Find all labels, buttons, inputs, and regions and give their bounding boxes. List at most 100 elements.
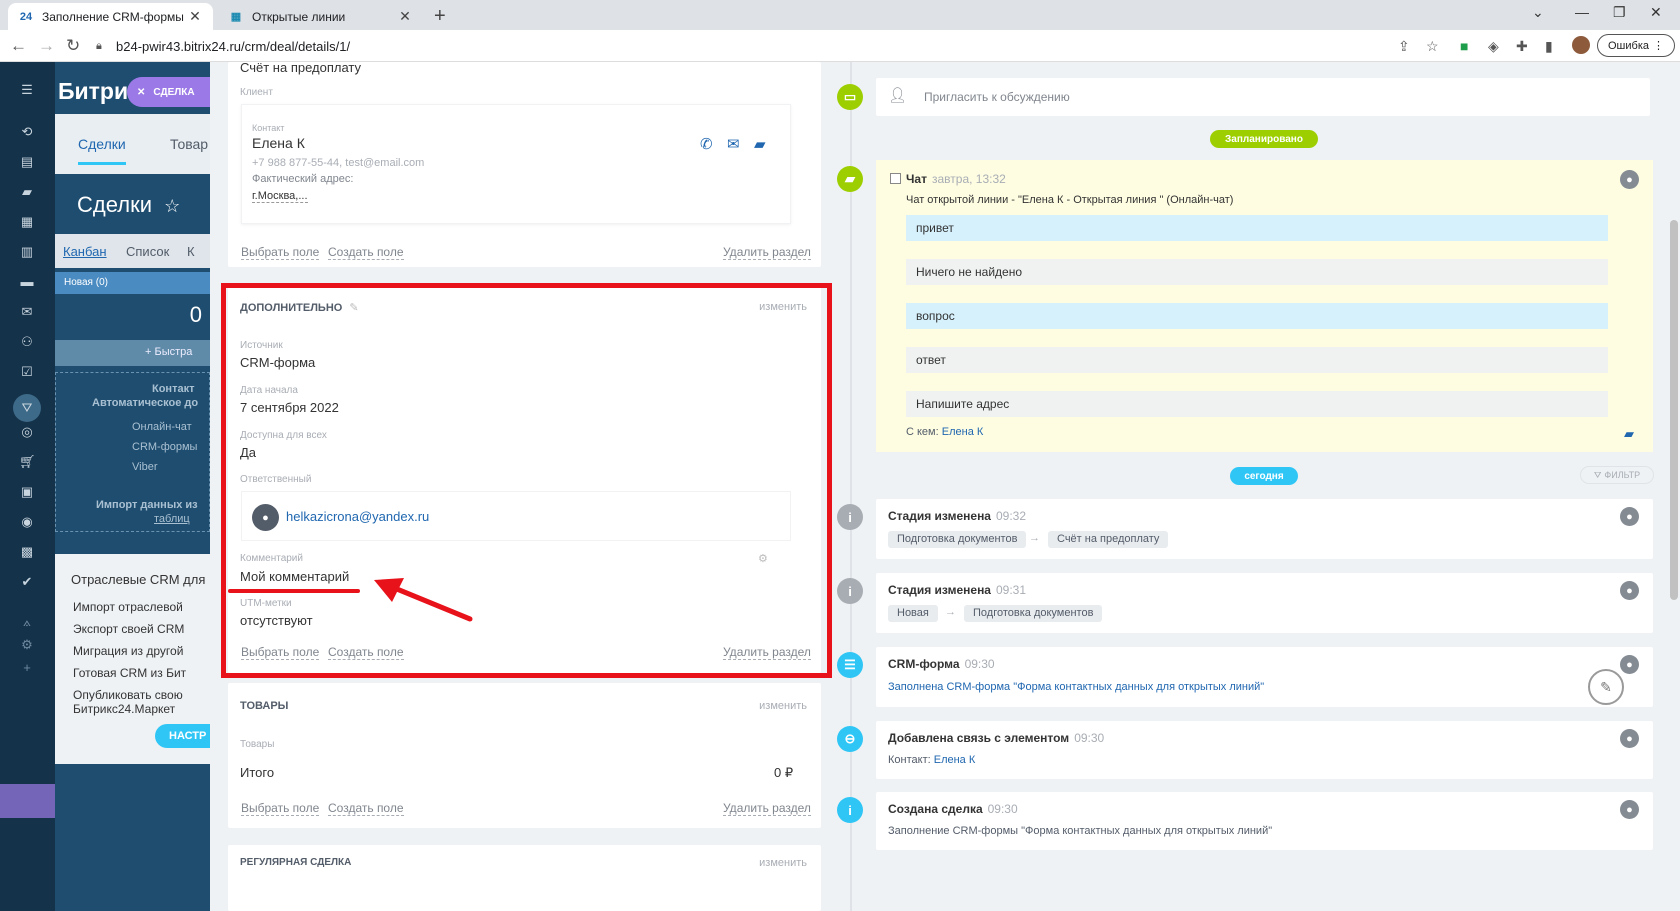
menu-icon-check[interactable]: ✔ [19,574,35,589]
event-text-link[interactable]: Заполнена CRM-форма "Форма контактных да… [888,681,1264,693]
filter-icon: ⛛ [1593,469,1602,480]
favorite-star-icon[interactable]: ☆ [164,196,180,216]
menu-icon-apps[interactable] [0,784,55,818]
delete-section-link[interactable]: Удалить раздел [723,801,811,816]
bitrix-favicon-icon: 24 [19,10,33,23]
industry-item[interactable]: Битрикс24.Маркет [73,702,175,716]
invite-bar[interactable]: 👤︎ Пригласить к обсуждению [876,78,1650,116]
browser-tab-crm-form[interactable]: 24 Заполнение CRM-формы "Фор ✕ [8,3,213,30]
menu-icon-drive[interactable]: ▬ [19,274,35,289]
close-slider-icon[interactable]: ✕ [137,87,145,98]
chat-icon[interactable]: ▰ [754,135,766,153]
menu-icon-marketing[interactable]: ◎ [19,424,35,439]
chat-title-text: Чат [906,172,927,186]
source-viber[interactable]: Viber [132,461,157,473]
puzzle-extensions-icon[interactable]: ✚ [1516,38,1528,55]
event-text-value[interactable]: Елена К [934,754,976,766]
event-title-text: Добавлена связь с элементом [888,731,1070,745]
url-field[interactable]: 🔒︎ b24-pwir43.bitrix24.ru/crm/deal/detai… [96,34,1376,58]
tab-deals[interactable]: Сделки [78,136,126,165]
menu-icon-chat[interactable]: ▰ [19,184,35,199]
close-tab-icon[interactable]: ✕ [187,8,203,25]
share-icon[interactable]: ⇪ [1398,38,1410,55]
view-other[interactable]: К [187,244,195,259]
menu-icon-sites[interactable]: ⟑ [19,614,35,629]
contact-label: Контакт [252,123,285,133]
forward-icon[interactable]: → [38,36,55,56]
event-user-icon[interactable]: ● [1620,581,1639,600]
menu-icon-contacts[interactable]: ▣ [19,484,35,499]
select-field-link[interactable]: Выбрать поле [241,245,320,260]
industry-item[interactable]: Импорт отраслевой [73,600,183,614]
open-chat-icon[interactable]: ▰ [1624,426,1634,442]
address-value[interactable]: г.Москва,... [252,190,308,203]
event-user-icon[interactable]: ● [1620,729,1639,748]
chat-complete-checkbox[interactable] [890,173,901,184]
contact-name[interactable]: Елена К [252,135,305,151]
menu-icon-checklist[interactable]: ☑ [19,364,35,379]
source-online-chat[interactable]: Онлайн-чат [132,421,192,433]
new-tab-icon[interactable]: + [434,5,446,28]
pin-icon[interactable]: ✎ [1588,669,1624,705]
chat-with-value[interactable]: Елена К [942,426,984,438]
minimize-icon[interactable]: — [1575,4,1589,20]
close-tab-icon[interactable]: ✕ [397,8,413,25]
menu-icon-mail[interactable]: ✉ [19,304,35,319]
view-list[interactable]: Список [126,244,169,259]
reload-icon[interactable]: ↻ [66,36,80,56]
menu-icon-docs[interactable]: ▥ [19,244,35,259]
stage-to-pill: Счёт на предоплату [1048,531,1169,548]
delete-section-link[interactable]: Удалить раздел [723,245,811,260]
hamburger-menu-icon[interactable]: ☰ [19,82,35,97]
event-user-icon[interactable]: ● [1620,800,1639,819]
industry-item[interactable]: Опубликовать свою [73,688,183,702]
phone-icon[interactable]: ✆ [700,135,713,153]
side-panel-icon[interactable]: ▮ [1545,38,1553,55]
url-text: b24-pwir43.bitrix24.ru/crm/deal/details/… [116,38,351,54]
tab-products[interactable]: Товар [170,136,208,152]
menu-icon-settings[interactable]: ⚙ [19,637,35,652]
menu-icon-add[interactable]: + [19,660,35,675]
menu-icon-calendar[interactable]: ▦ [19,214,35,229]
page-scrollbar[interactable] [1670,220,1678,600]
bookmark-star-icon[interactable]: ☆ [1426,38,1439,55]
configure-button[interactable]: НАСТР [155,724,210,748]
products-edit-link[interactable]: изменить [759,700,807,712]
menu-icon-robot[interactable]: ◉ [19,514,35,529]
deal-slider-label[interactable]: ✕ СДЕЛКА [127,77,210,107]
view-kanban[interactable]: Канбан [63,244,107,259]
shield-extension-icon[interactable]: ◈ [1488,38,1499,55]
profile-avatar[interactable] [1572,36,1590,54]
email-icon[interactable]: ✉ [727,135,740,153]
industry-item[interactable]: Миграция из другой [73,644,183,658]
create-field-link[interactable]: Создать поле [328,801,404,816]
industry-item[interactable]: Готовая CRM из Бит [73,666,186,680]
source-crm-forms[interactable]: CRM-формы [132,441,197,453]
industry-item[interactable]: Экспорт своей CRM [73,622,184,636]
extension-green-icon[interactable]: ■ [1460,38,1468,54]
filter-button[interactable]: ⛛ ФИЛЬТР [1580,466,1654,484]
restore-icon[interactable]: ❐ [1613,4,1626,21]
menu-icon-store[interactable]: ▩ [19,544,35,559]
menu-icon-feed[interactable]: ⟲ [19,124,35,139]
quick-add-button[interactable]: + Быстра [55,340,210,366]
event-text-label: Контакт: [888,754,931,766]
error-button[interactable]: Ошибка ⋮ [1597,34,1675,57]
menu-icon-crm[interactable]: ⛛ [13,394,41,422]
close-window-icon[interactable]: ✕ [1650,4,1662,21]
browser-tab-open-lines[interactable]: ▦ Открытые линии ✕ [218,3,423,30]
products-section: ТОВАРЫ изменить Товары Итого 0 ₽ Выбрать… [228,683,821,828]
create-field-link[interactable]: Создать поле [328,245,404,260]
import-link[interactable]: таблиц [154,513,190,525]
tab-search-icon[interactable]: ⌄ [1532,4,1544,21]
menu-icon-groups[interactable]: ⚇ [19,334,35,349]
event-user-icon[interactable]: ● [1620,507,1639,526]
chat-responsible-icon[interactable]: ● [1620,170,1639,189]
back-icon[interactable]: ← [10,36,27,56]
select-field-link[interactable]: Выбрать поле [241,801,320,816]
event-user-icon[interactable]: ● [1620,655,1639,674]
planned-badge: Запланировано [1210,130,1318,148]
menu-icon-tasks[interactable]: ▤ [19,154,35,169]
menu-icon-shop[interactable]: 🛒︎ [19,454,36,469]
recurring-edit-link[interactable]: изменить [759,857,807,869]
